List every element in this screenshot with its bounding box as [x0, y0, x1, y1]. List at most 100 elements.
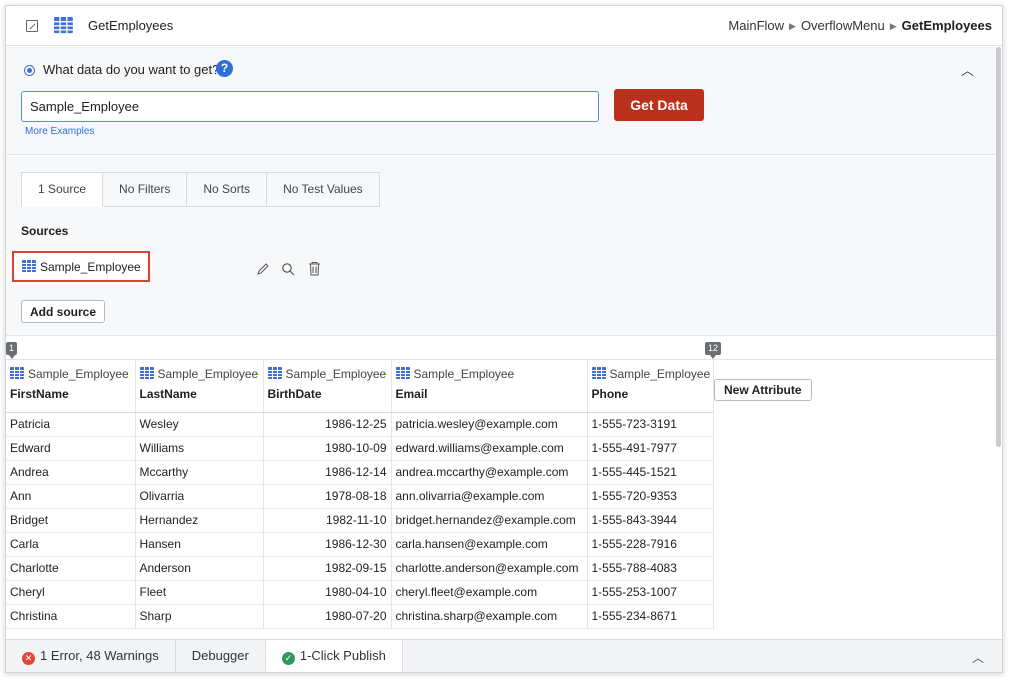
column-source: Sample_Employee: [591, 367, 711, 387]
table-cell: 1982-11-10: [263, 508, 392, 533]
table-cell: 1-555-253-1007: [587, 580, 714, 605]
tab-filters[interactable]: No Filters: [103, 172, 188, 207]
table-cell: edward.williams@example.com: [391, 436, 588, 461]
column-source: Sample_Employee: [10, 367, 131, 387]
query-input[interactable]: [21, 91, 599, 122]
scrollbar-thumb[interactable]: [996, 47, 1001, 447]
results-grid: 1 12 Sample_Employee FirstName Sample_Empl…: [6, 337, 996, 639]
query-section: What data do you want to get? ? ︿ Get Da…: [6, 47, 996, 155]
table-cell: Hansen: [135, 532, 264, 557]
column-attribute: Phone: [591, 387, 629, 401]
check-icon: ✓: [281, 652, 295, 665]
table-row[interactable]: Cheryl Fleet 1980-04-10 cheryl.fleet@exampl…: [6, 580, 714, 605]
column-header[interactable]: Sample_Employee FirstName: [6, 360, 136, 413]
window: GetEmployees MainFlow ▶ OverflowMenu ▶ GetEm…: [5, 5, 1003, 673]
table-cell: Wesley: [135, 412, 264, 437]
table-row[interactable]: Patricia Wesley 1986-12-25 patricia.wesley@…: [6, 412, 714, 437]
chevron-up-icon[interactable]: ︿: [961, 60, 974, 79]
table-cell: 1-555-234-8671: [587, 604, 714, 629]
error-icon: ✕: [22, 652, 35, 665]
delete-icon[interactable]: [308, 261, 321, 276]
source-item-label: Sample_Employee: [40, 260, 141, 274]
table-cell: Carla: [6, 532, 136, 557]
table-row[interactable]: Edward Williams 1980-10-09 edward.williams@…: [6, 436, 714, 461]
table-row[interactable]: Carla Hansen 1986-12-30 carla.hansen@exampl…: [6, 532, 714, 557]
table-icon: [54, 17, 73, 34]
table-icon: [591, 367, 606, 379]
tab-sources[interactable]: 1 Source: [21, 172, 104, 207]
table-cell: carla.hansen@example.com: [391, 532, 588, 557]
table-icon: [139, 367, 154, 379]
column-source: Sample_Employee: [139, 367, 259, 387]
debugger-tab[interactable]: Debugger: [176, 640, 266, 672]
breadcrumb-item[interactable]: OverflowMenu: [801, 18, 885, 33]
table-cell: charlotte.anderson@example.com: [391, 556, 588, 581]
table-cell: 1-555-491-7977: [587, 436, 714, 461]
table-cell: Edward: [6, 436, 136, 461]
column-marker: 12: [705, 342, 722, 359]
breadcrumb-current: GetEmployees: [901, 18, 992, 33]
table-cell: 1-555-228-7916: [587, 532, 714, 557]
tab-bar: 1 Source No Filters No Sorts No Test Val…: [21, 172, 380, 207]
column-header[interactable]: Sample_Employee BirthDate: [263, 360, 392, 413]
table-cell: Cheryl: [6, 580, 136, 605]
get-data-button[interactable]: Get Data: [614, 89, 704, 121]
column-source-label: Sample_Employee: [28, 367, 129, 381]
scrollbar[interactable]: [995, 47, 1002, 447]
table-icon: [10, 367, 24, 379]
column-header[interactable]: Sample_Employee Phone: [587, 360, 714, 413]
expand-icon[interactable]: [26, 20, 38, 32]
column-marker: 1: [6, 342, 18, 359]
table-cell: andrea.mccarthy@example.com: [391, 460, 588, 485]
table-row[interactable]: Ann Olivarria 1978-08-18 ann.olivarria@exam…: [6, 484, 714, 509]
publish-tab[interactable]: ✓ 1-Click Publish: [265, 640, 403, 672]
table-cell: 1982-09-15: [263, 556, 392, 581]
table-row[interactable]: Charlotte Anderson 1982-09-15 charlotte.and…: [6, 556, 714, 581]
header-row: Sample_Employee FirstName Sample_Employee L…: [6, 360, 714, 413]
table-row[interactable]: Andrea Mccarthy 1986-12-14 andrea.mccarthy@…: [6, 460, 714, 485]
table-cell: 1-555-843-3944: [587, 508, 714, 533]
column-attribute: Email: [395, 387, 428, 401]
tab-sorts[interactable]: No Sorts: [187, 172, 268, 207]
table-cell: Hernandez: [135, 508, 264, 533]
add-source-button[interactable]: Add source: [21, 300, 106, 323]
results-table: Sample_Employee FirstName Sample_Employee L…: [6, 360, 714, 629]
errors-label: 1 Error, 48 Warnings: [40, 648, 159, 663]
edit-icon[interactable]: [256, 262, 270, 276]
search-icon[interactable]: [281, 262, 295, 276]
publish-label: 1-Click Publish: [299, 648, 386, 663]
table-cell: Fleet: [135, 580, 264, 605]
help-icon[interactable]: ?: [216, 60, 233, 77]
table-cell: Charlotte: [6, 556, 136, 581]
sources-heading: Sources: [21, 224, 69, 238]
table-row[interactable]: Bridget Hernandez 1982-11-10 bridget.hernan…: [6, 508, 714, 533]
table-cell: 1986-12-30: [263, 532, 392, 557]
table-cell: 1-555-723-3191: [587, 412, 714, 437]
table-cell: 1980-04-10: [263, 580, 392, 605]
more-examples-link[interactable]: More Examples: [25, 126, 94, 137]
table-row[interactable]: Christina Sharp 1980-07-20 christina.sharp@…: [6, 604, 714, 629]
table-cell: Williams: [135, 436, 264, 461]
chevron-up-icon[interactable]: ︿: [972, 649, 984, 666]
column-source: Sample_Employee: [267, 367, 387, 387]
table-cell: 1986-12-14: [263, 460, 392, 485]
table-cell: ann.olivarria@example.com: [391, 484, 588, 509]
errors-tab[interactable]: ✕ 1 Error, 48 Warnings: [6, 640, 176, 672]
table-cell: 1986-12-25: [263, 412, 392, 437]
column-header[interactable]: Sample_Employee Email: [391, 360, 588, 413]
tab-test-values[interactable]: No Test Values: [267, 172, 380, 207]
column-source-label: Sample_Employee: [413, 367, 515, 381]
footer-bar: ✕ 1 Error, 48 Warnings Debugger ✓ 1-Click …: [6, 639, 1002, 672]
column-source-label: Sample_Employee: [609, 367, 711, 381]
new-attribute-button[interactable]: New Attribute: [714, 379, 812, 401]
table-icon: [267, 367, 282, 379]
sources-area: 1 Source No Filters No Sorts No Test Val…: [6, 156, 996, 336]
breadcrumb: MainFlow ▶ OverflowMenu ▶ GetEmployees: [728, 18, 992, 33]
column-source-label: Sample_Employee: [285, 367, 387, 381]
question-label: What data do you want to get?: [43, 62, 220, 77]
breadcrumb-item[interactable]: MainFlow: [728, 18, 784, 33]
source-item[interactable]: Sample_Employee: [12, 251, 150, 282]
column-attribute: BirthDate: [267, 387, 322, 401]
table-cell: Mccarthy: [135, 460, 264, 485]
column-header[interactable]: Sample_Employee LastName: [135, 360, 264, 413]
